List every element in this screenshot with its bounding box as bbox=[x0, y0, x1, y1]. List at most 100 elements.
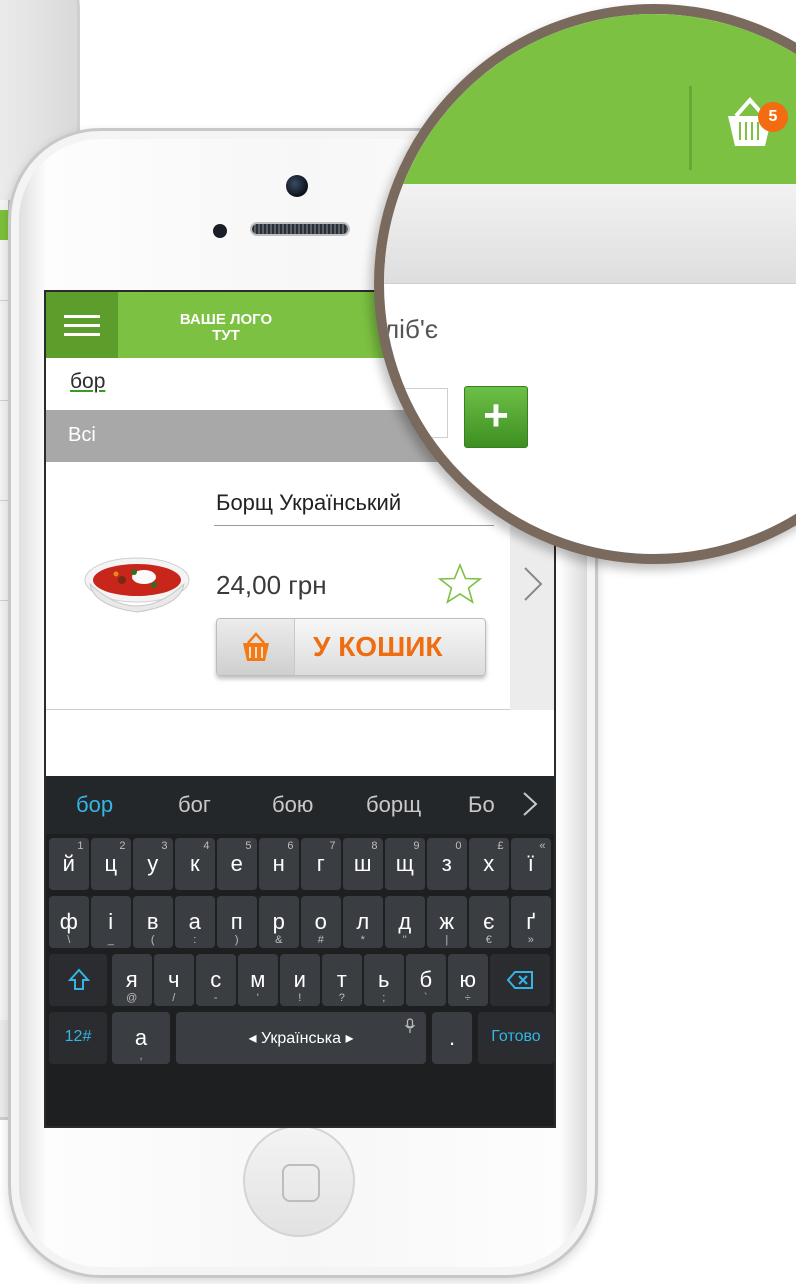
add-to-cart-icon-area bbox=[217, 619, 295, 675]
cart-count-badge: 5 bbox=[758, 102, 788, 132]
key-label: з bbox=[441, 851, 452, 876]
key-label: л bbox=[356, 909, 370, 934]
hamburger-menu-button[interactable] bbox=[46, 292, 118, 358]
key-ц[interactable]: ц2 bbox=[91, 838, 131, 890]
period-key[interactable]: . bbox=[432, 1012, 472, 1064]
suggestion-item[interactable]: бог bbox=[178, 792, 211, 818]
key-hint: \ bbox=[67, 934, 71, 946]
key-hint: ! bbox=[298, 992, 302, 1004]
key-label: н bbox=[272, 851, 285, 876]
front-camera bbox=[286, 175, 308, 197]
key-label: й bbox=[62, 851, 75, 876]
search-query[interactable]: бор bbox=[70, 370, 105, 394]
key-hint: » bbox=[527, 934, 534, 946]
key-ч[interactable]: ч / bbox=[154, 954, 194, 1006]
product-name: Борщ Український bbox=[216, 490, 402, 515]
key-hint: | bbox=[445, 934, 449, 946]
key-х[interactable]: х £ bbox=[469, 838, 509, 890]
key-label: у bbox=[147, 851, 159, 876]
key-label: и bbox=[293, 967, 306, 992]
home-button[interactable] bbox=[243, 1125, 355, 1237]
done-key[interactable]: Готово bbox=[478, 1012, 554, 1064]
key-hint: 0 bbox=[455, 840, 462, 852]
category-label: Всі bbox=[68, 424, 96, 446]
suggestion-item[interactable]: бор bbox=[76, 792, 113, 818]
key-hint: 4 bbox=[203, 840, 210, 852]
key-п[interactable]: п) bbox=[217, 896, 257, 948]
key-у[interactable]: у3 bbox=[133, 838, 173, 890]
backspace-key[interactable] bbox=[490, 954, 550, 1006]
key-з[interactable]: з0 bbox=[427, 838, 467, 890]
add-to-cart-button[interactable]: У КОШИК bbox=[216, 618, 486, 676]
key-е[interactable]: е5 bbox=[217, 838, 257, 890]
key-label: Готово bbox=[491, 1028, 541, 1045]
key-label: а bbox=[188, 909, 201, 934]
key-label: ш bbox=[353, 851, 372, 876]
key-label: р bbox=[272, 909, 285, 934]
key-д[interactable]: д " bbox=[385, 896, 425, 948]
key-б[interactable]: б ` bbox=[406, 954, 446, 1006]
key-label: ч bbox=[168, 967, 180, 992]
key-с[interactable]: с- bbox=[196, 954, 236, 1006]
key-в[interactable]: в( bbox=[133, 896, 173, 948]
key-г[interactable]: г7 bbox=[301, 838, 341, 890]
key-ь[interactable]: ь; bbox=[364, 954, 404, 1006]
key-р[interactable]: р & bbox=[259, 896, 299, 948]
key-hint: / bbox=[172, 992, 176, 1004]
marketing-composition: ВАШЕ ЛОГО ТУТ бор Всі Борщ Український 2… bbox=[0, 0, 796, 1284]
key-hint: ? bbox=[338, 992, 345, 1004]
suggestion-item[interactable]: борщ bbox=[366, 792, 421, 818]
suggestion-strip: бор бог бою борщ Бо bbox=[46, 776, 554, 834]
key-hint: ( bbox=[150, 934, 155, 946]
star-outline-icon[interactable] bbox=[438, 562, 482, 606]
key-ґ[interactable]: ґ» bbox=[511, 896, 551, 948]
key-hint: 8 bbox=[371, 840, 378, 852]
divider bbox=[214, 525, 494, 526]
key-ї[interactable]: ї « bbox=[511, 838, 551, 890]
key-к[interactable]: к4 bbox=[175, 838, 215, 890]
key-label: ж bbox=[439, 909, 455, 934]
key-ш[interactable]: ш8 bbox=[343, 838, 383, 890]
key-label: ц bbox=[104, 851, 118, 876]
key-л[interactable]: л * bbox=[343, 896, 383, 948]
key-hint: * bbox=[360, 934, 365, 946]
key-м[interactable]: м ' bbox=[238, 954, 278, 1006]
numbers-key[interactable]: 12# bbox=[49, 1012, 107, 1064]
key-hint: 3 bbox=[161, 840, 168, 852]
language-key[interactable]: а, bbox=[112, 1012, 170, 1064]
add-plus-button[interactable]: + bbox=[464, 386, 528, 448]
menu-line-icon bbox=[64, 323, 100, 327]
key-о[interactable]: о # bbox=[301, 896, 341, 948]
key-label: б bbox=[419, 967, 433, 992]
suggestion-item[interactable]: Бо bbox=[468, 792, 495, 818]
key-ж[interactable]: ж | bbox=[427, 896, 467, 948]
magnified-text: ліб'є bbox=[384, 314, 439, 344]
menu-line-icon bbox=[64, 314, 100, 318]
borscht-bowl-image bbox=[84, 557, 190, 613]
suggestion-item[interactable]: бою bbox=[272, 792, 313, 818]
key-й[interactable]: й1 bbox=[49, 838, 89, 890]
key-є[interactable]: є € bbox=[469, 896, 509, 948]
key-щ[interactable]: щ9 bbox=[385, 838, 425, 890]
space-key[interactable]: ◂ Українська ▸ bbox=[176, 1012, 426, 1064]
key-label: г bbox=[316, 851, 325, 876]
key-и[interactable]: и! bbox=[280, 954, 320, 1006]
key-label: о bbox=[314, 909, 327, 934]
key-label: щ bbox=[395, 851, 414, 876]
key-і[interactable]: і _ bbox=[91, 896, 131, 948]
key-н[interactable]: н6 bbox=[259, 838, 299, 890]
key-label: х bbox=[483, 851, 495, 876]
key-hint: _ bbox=[107, 934, 114, 946]
basket-icon bbox=[243, 632, 269, 661]
key-label: ь bbox=[378, 967, 390, 992]
key-а[interactable]: а: bbox=[175, 896, 215, 948]
key-hint: & bbox=[275, 934, 283, 946]
suggestions-more-icon[interactable] bbox=[520, 790, 540, 818]
key-ю[interactable]: ю ÷ bbox=[448, 954, 488, 1006]
key-я[interactable]: я @ bbox=[112, 954, 152, 1006]
key-hint: " bbox=[402, 934, 407, 946]
key-т[interactable]: т? bbox=[322, 954, 362, 1006]
key-ф[interactable]: ф \ bbox=[49, 896, 89, 948]
quantity-input[interactable] bbox=[384, 388, 448, 438]
shift-key[interactable] bbox=[49, 954, 107, 1006]
